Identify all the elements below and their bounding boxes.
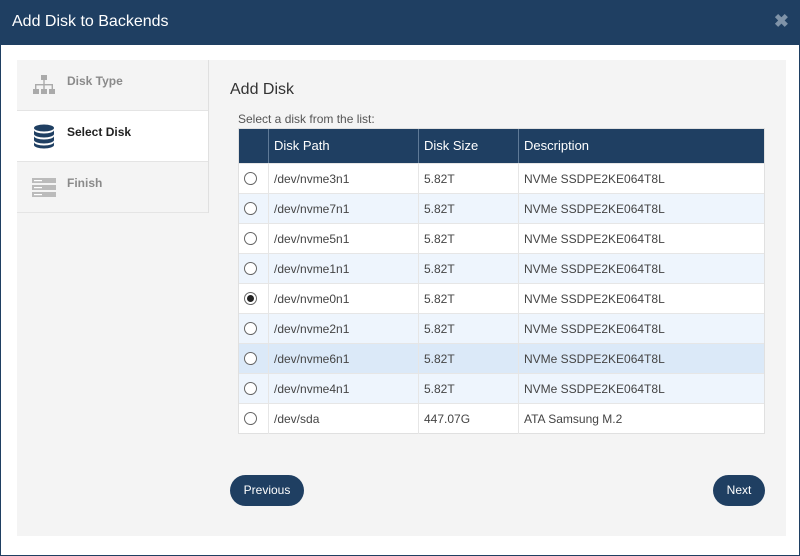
table-row[interactable]: /dev/nvme7n1 5.82T NVMe SSDPE2KE064T8L bbox=[239, 193, 765, 224]
step-select-disk[interactable]: Select Disk bbox=[17, 111, 208, 162]
column-header-description[interactable]: Description bbox=[518, 129, 765, 163]
table-row[interactable]: /dev/nvme5n1 5.82T NVMe SSDPE2KE064T8L bbox=[239, 223, 765, 254]
disk-radio[interactable] bbox=[244, 232, 257, 245]
select-column-header bbox=[239, 129, 268, 163]
disk-radio[interactable] bbox=[244, 322, 257, 335]
description-cell: NVMe SSDPE2KE064T8L bbox=[518, 224, 765, 254]
disk-size-cell: 5.82T bbox=[418, 254, 518, 284]
select-cell bbox=[239, 374, 268, 404]
disk-table: Disk Path Disk Size Description /dev/nvm… bbox=[238, 128, 765, 434]
select-cell bbox=[239, 284, 268, 314]
description-cell: NVMe SSDPE2KE064T8L bbox=[518, 284, 765, 314]
dialog-title: Add Disk to Backends bbox=[12, 13, 169, 30]
description-cell: NVMe SSDPE2KE064T8L bbox=[518, 374, 765, 404]
table-header: Disk Path Disk Size Description bbox=[239, 129, 764, 163]
select-cell bbox=[239, 194, 268, 224]
disk-size-cell: 5.82T bbox=[418, 284, 518, 314]
disk-size-cell: 5.82T bbox=[418, 374, 518, 404]
description-cell: NVMe SSDPE2KE064T8L bbox=[518, 194, 765, 224]
description-cell: ATA Samsung M.2 bbox=[518, 404, 765, 434]
disk-radio[interactable] bbox=[244, 412, 257, 425]
disk-radio[interactable] bbox=[244, 382, 257, 395]
disk-size-cell: 5.82T bbox=[418, 164, 518, 194]
disk-radio[interactable] bbox=[244, 172, 257, 185]
description-cell: NVMe SSDPE2KE064T8L bbox=[518, 164, 765, 194]
wizard-body: Disk Type Select Disk Finish Add Disk Se… bbox=[17, 60, 786, 536]
disk-path-cell: /dev/nvme6n1 bbox=[268, 344, 418, 374]
select-cell bbox=[239, 314, 268, 344]
disk-path-cell: /dev/nvme7n1 bbox=[268, 194, 418, 224]
table-row[interactable]: /dev/sda 447.07G ATA Samsung M.2 bbox=[239, 403, 765, 434]
disk-radio[interactable] bbox=[244, 292, 257, 305]
step-label: Select Disk bbox=[67, 125, 132, 139]
select-cell bbox=[239, 164, 268, 194]
disk-size-cell: 5.82T bbox=[418, 314, 518, 344]
dialog-titlebar: Add Disk to Backends ✖ bbox=[1, 1, 799, 45]
disk-radio[interactable] bbox=[244, 202, 257, 215]
sitemap-icon bbox=[33, 75, 55, 94]
disk-path-cell: /dev/nvme5n1 bbox=[268, 224, 418, 254]
disk-radio[interactable] bbox=[244, 262, 257, 275]
disk-size-cell: 447.07G bbox=[418, 404, 518, 434]
step-finish[interactable]: Finish bbox=[17, 162, 208, 213]
step-label: Finish bbox=[67, 176, 103, 190]
select-cell bbox=[239, 404, 268, 434]
disk-path-cell: /dev/sda bbox=[268, 404, 418, 434]
table-row[interactable]: /dev/nvme1n1 5.82T NVMe SSDPE2KE064T8L bbox=[239, 253, 765, 284]
description-cell: NVMe SSDPE2KE064T8L bbox=[518, 254, 765, 284]
disk-size-cell: 5.82T bbox=[418, 344, 518, 374]
disk-size-cell: 5.82T bbox=[418, 224, 518, 254]
next-button[interactable]: Next bbox=[713, 475, 765, 506]
main-panel: Add Disk Select a disk from the list: Di… bbox=[209, 60, 786, 536]
disk-path-cell: /dev/nvme1n1 bbox=[268, 254, 418, 284]
table-row[interactable]: /dev/nvme4n1 5.82T NVMe SSDPE2KE064T8L bbox=[239, 373, 765, 404]
database-icon bbox=[34, 124, 54, 149]
instruction-text: Select a disk from the list: bbox=[238, 112, 375, 126]
column-header-disk-path[interactable]: Disk Path bbox=[268, 129, 418, 163]
table-row[interactable]: /dev/nvme6n1 5.82T NVMe SSDPE2KE064T8L bbox=[239, 343, 765, 374]
select-cell bbox=[239, 224, 268, 254]
select-cell bbox=[239, 344, 268, 374]
wizard-steps: Disk Type Select Disk Finish bbox=[17, 60, 208, 213]
column-header-disk-size[interactable]: Disk Size bbox=[418, 129, 518, 163]
disk-radio[interactable] bbox=[244, 352, 257, 365]
disk-path-cell: /dev/nvme2n1 bbox=[268, 314, 418, 344]
page-title: Add Disk bbox=[230, 81, 295, 98]
table-body: /dev/nvme3n1 5.82T NVMe SSDPE2KE064T8L/dev… bbox=[239, 163, 765, 434]
table-row[interactable]: /dev/nvme3n1 5.82T NVMe SSDPE2KE064T8L bbox=[239, 163, 765, 194]
disk-path-cell: /dev/nvme4n1 bbox=[268, 374, 418, 404]
description-cell: NVMe SSDPE2KE064T8L bbox=[518, 314, 765, 344]
disk-path-cell: /dev/nvme3n1 bbox=[268, 164, 418, 194]
disk-path-cell: /dev/nvme0n1 bbox=[268, 284, 418, 314]
server-icon bbox=[32, 178, 56, 197]
add-disk-dialog: Add Disk to Backends ✖ Disk Type Select … bbox=[0, 0, 800, 556]
table-row[interactable]: /dev/nvme2n1 5.82T NVMe SSDPE2KE064T8L bbox=[239, 313, 765, 344]
close-icon[interactable]: ✖ bbox=[774, 11, 789, 31]
disk-size-cell: 5.82T bbox=[418, 194, 518, 224]
step-label: Disk Type bbox=[67, 74, 123, 88]
description-cell: NVMe SSDPE2KE064T8L bbox=[518, 344, 765, 374]
select-cell bbox=[239, 254, 268, 284]
table-row[interactable]: /dev/nvme0n1 5.82T NVMe SSDPE2KE064T8L bbox=[239, 283, 765, 314]
previous-button[interactable]: Previous bbox=[230, 475, 304, 506]
step-disk-type[interactable]: Disk Type bbox=[17, 60, 208, 111]
